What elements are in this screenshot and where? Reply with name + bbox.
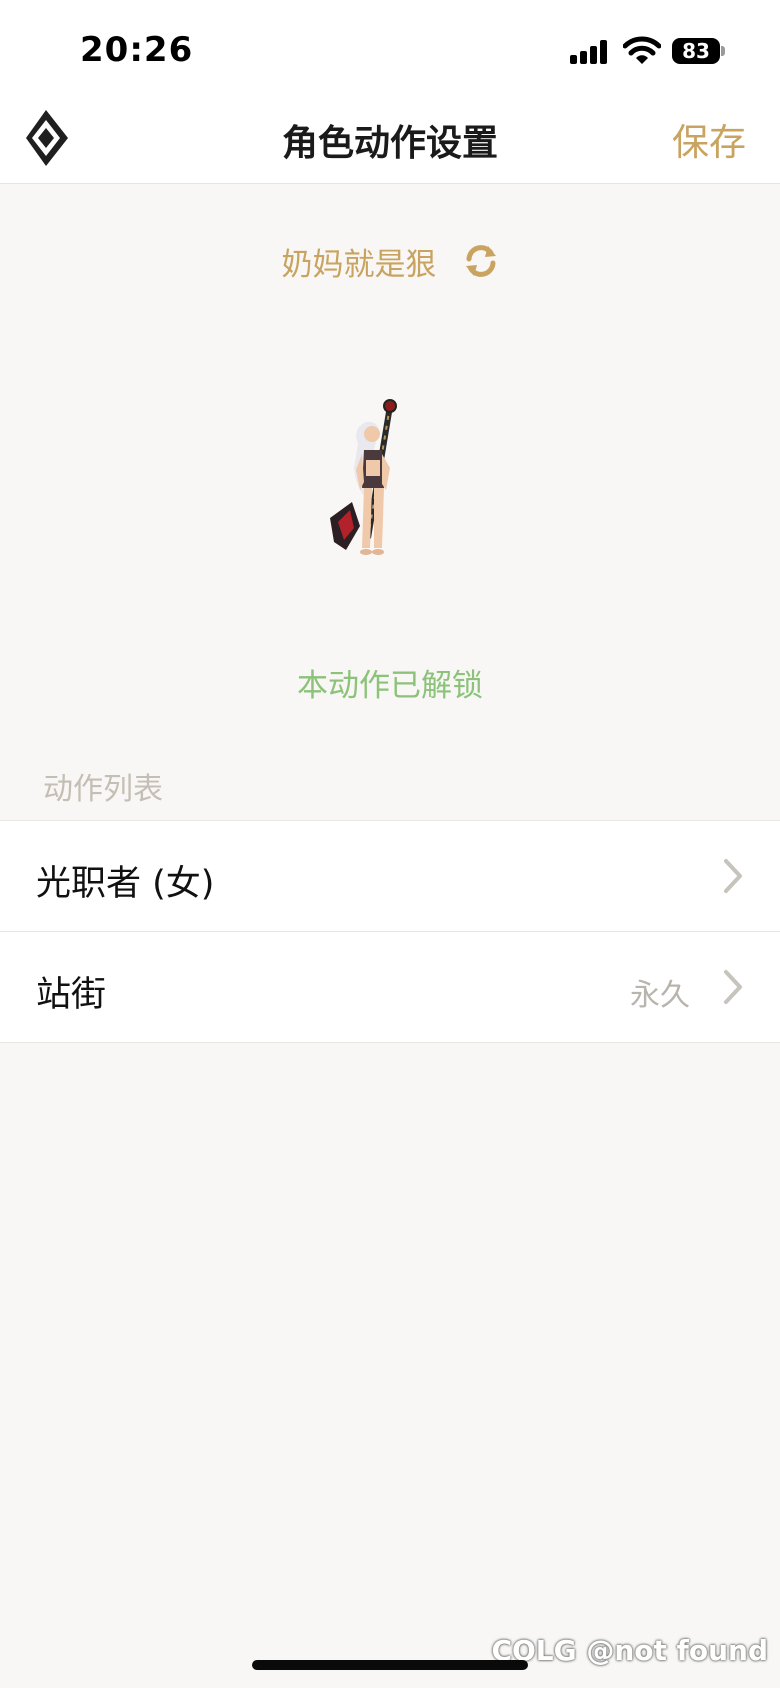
character-header: 奶妈就是狠 [0, 238, 780, 284]
wifi-icon [623, 36, 661, 64]
screen: 20:26 83 角色动作设置 保存 奶妈就是狠 本动作已解锁 动作列表 光职者… [0, 0, 780, 1688]
list-item-class[interactable]: 光职者 (女) [0, 821, 780, 932]
battery-level: 83 [672, 38, 720, 64]
save-button[interactable]: 保存 [672, 112, 746, 166]
section-label: 动作列表 [43, 772, 163, 807]
page-title: 角色动作设置 [281, 123, 498, 164]
list-item-action[interactable]: 站街 永久 [0, 932, 780, 1043]
unlock-status: 本动作已解锁 [297, 668, 483, 704]
status-time: 20:26 [80, 30, 194, 70]
list-item-value: 永久 [630, 978, 690, 1013]
list-item-label: 站街 [36, 975, 107, 1015]
action-list: 光职者 (女) 站街 永久 [0, 820, 780, 1043]
chevron-right-icon [724, 970, 742, 1004]
chevron-right-icon [724, 859, 742, 893]
battery-icon: 83 [672, 38, 725, 64]
status-bar: 20:26 83 [0, 0, 780, 92]
nav-bar: 角色动作设置 保存 [0, 92, 780, 184]
character-sprite [330, 399, 397, 555]
home-indicator[interactable] [252, 1660, 528, 1670]
character-name: 奶妈就是狠 [281, 246, 437, 283]
list-item-label: 光职者 (女) [36, 864, 215, 904]
watermark: COLG @not found [491, 1634, 768, 1667]
cellular-signal-icon [570, 40, 610, 64]
refresh-icon[interactable] [463, 243, 499, 279]
